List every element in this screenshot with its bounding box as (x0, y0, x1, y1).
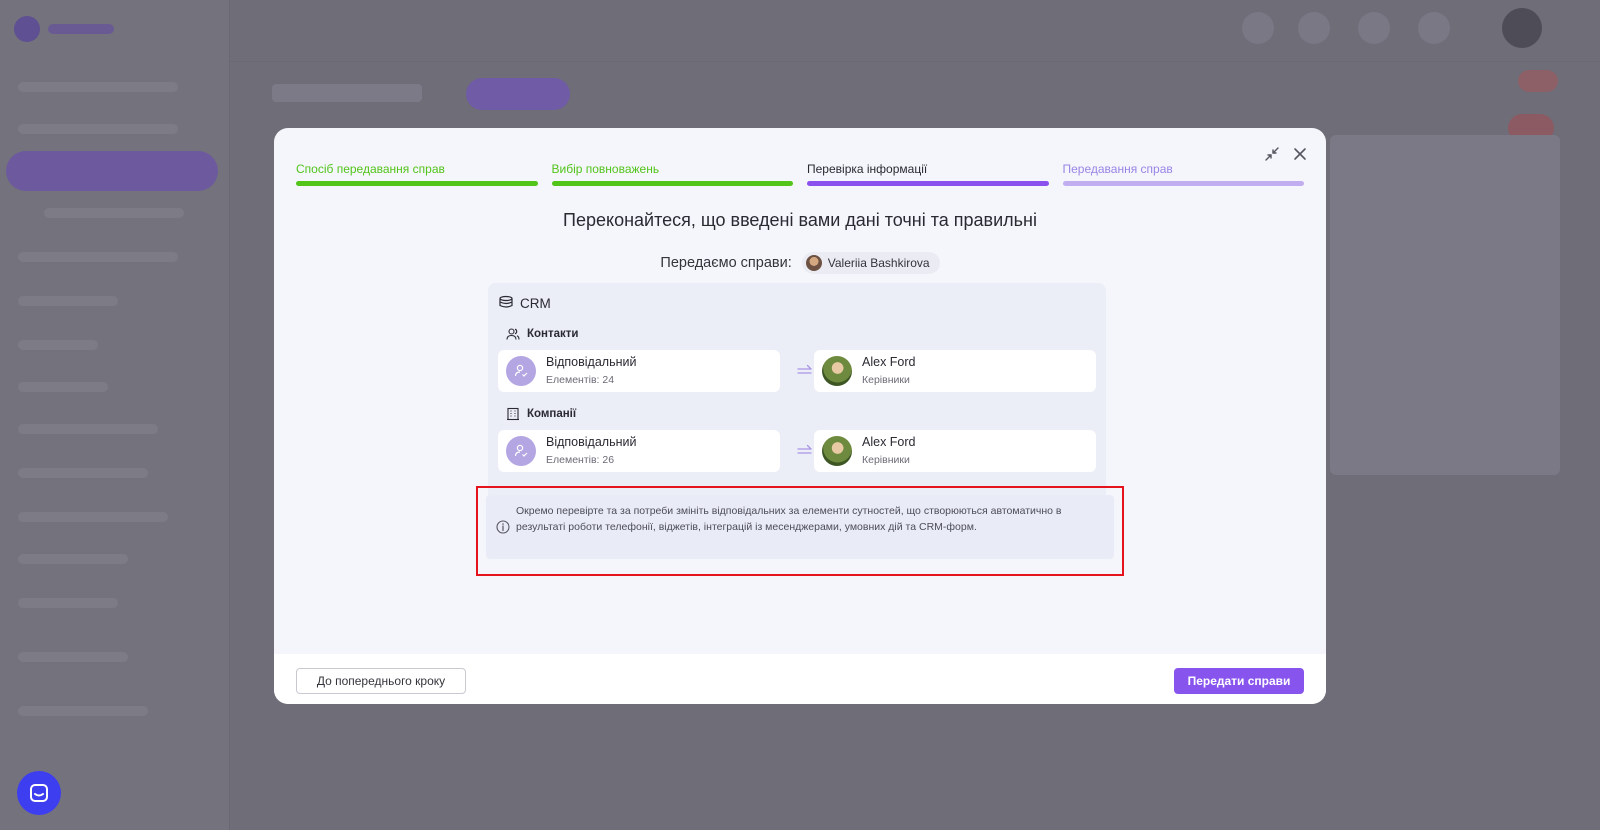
step-label: Вибір повноважень (551, 162, 660, 176)
background-nav-item (18, 296, 118, 306)
step-label: Перевірка інформації (807, 162, 928, 176)
collapse-button[interactable] (1262, 144, 1282, 164)
crm-title-text: CRM (520, 295, 551, 311)
section-title-companies: Компанії (506, 407, 576, 421)
transfer-cases-modal: Спосіб передавання справ Вибір повноваже… (274, 128, 1326, 704)
background-header (230, 0, 1600, 62)
background-header-icon (1418, 12, 1450, 44)
background-nav-item (18, 468, 148, 478)
background-header-icon (1358, 12, 1390, 44)
transfer-label: Передаємо справи: (660, 255, 792, 271)
chat-icon (30, 784, 48, 802)
step-progress-bar (807, 181, 1049, 186)
background-nav-item (18, 652, 128, 662)
app-logo-text (48, 24, 114, 34)
background-nav-item-active (6, 151, 218, 191)
section-title-text: Контакти (527, 328, 579, 340)
to-name: Alex Ford (862, 435, 916, 449)
background-nav-item (18, 124, 178, 134)
responsible-user-icon (506, 436, 536, 466)
crm-title: CRM (498, 295, 551, 311)
background-badge (1518, 70, 1558, 92)
responsible-user-icon (506, 356, 536, 386)
background-sidebar (0, 0, 230, 830)
to-name: Alex Ford (862, 355, 916, 369)
background-nav-item (44, 208, 184, 218)
close-icon (1294, 148, 1306, 160)
database-icon (499, 295, 513, 308)
transfer-cases-button[interactable]: Передати справи (1174, 668, 1304, 694)
to-role: Керівники (862, 374, 910, 386)
stepper: Спосіб передавання справ Вибір повноваже… (296, 162, 1304, 186)
review-heading: Переконайтеся, що введені вами дані точн… (563, 210, 1037, 230)
step-progress-bar (296, 181, 538, 186)
avatar (822, 356, 852, 386)
step-label: Спосіб передавання справ (296, 162, 445, 176)
from-card-contacts: Відповідальний Елементів: 24 (498, 350, 780, 392)
chat-widget-button[interactable] (17, 771, 61, 815)
collapse-icon (1265, 147, 1279, 161)
transfer-user-name: Valeriia Bashkirova (827, 256, 930, 270)
building-icon (507, 407, 519, 421)
step-progress-bar (1062, 181, 1304, 186)
step-label: Передавання справ (1062, 162, 1173, 176)
background-side-panel (1330, 135, 1560, 475)
close-button[interactable] (1290, 144, 1310, 164)
background-nav-item (18, 424, 158, 434)
background-page-title (272, 84, 422, 102)
to-card-contacts: Alex Ford Керівники (814, 350, 1096, 392)
from-card-companies: Відповідальний Елементів: 26 (498, 430, 780, 472)
background-header-icon (1298, 12, 1330, 44)
background-user-avatar (1502, 8, 1542, 48)
avatar (805, 255, 822, 271)
transfer-user-chip: Valeriia Bashkirova (801, 252, 940, 274)
step-progress-bar (551, 181, 793, 186)
to-card-companies: Alex Ford Керівники (814, 430, 1096, 472)
previous-step-button[interactable]: До попереднього кроку (296, 668, 466, 694)
arrow-right-icon (796, 362, 814, 380)
users-icon (506, 328, 520, 340)
section-title-text: Компанії (527, 408, 577, 420)
from-count: Елементів: 24 (546, 374, 615, 386)
to-role: Керівники (862, 454, 910, 466)
arrow-right-icon (796, 442, 814, 460)
app-logo-icon (14, 16, 40, 42)
step-permissions: Вибір повноважень (551, 162, 793, 186)
highlight-box (476, 486, 1124, 576)
background-nav-item (18, 512, 168, 522)
step-review: Перевірка інформації (807, 162, 1049, 186)
background-tab-pill (466, 78, 570, 110)
background-nav-item (18, 598, 118, 608)
from-label: Відповідальний (546, 435, 637, 449)
background-nav-item (18, 706, 148, 716)
background-nav-item (18, 82, 178, 92)
section-title-contacts: Контакти (506, 327, 578, 341)
avatar (822, 436, 852, 466)
step-transfer: Передавання справ (1062, 162, 1304, 186)
background-nav-item (18, 554, 128, 564)
background-nav-item (18, 252, 178, 262)
step-transfer-method: Спосіб передавання справ (296, 162, 538, 186)
from-count: Елементів: 26 (546, 454, 615, 466)
modal-footer: До попереднього кроку Передати справи (274, 654, 1326, 704)
transfer-from-row: Передаємо справи: Valeriia Bashkirova (274, 252, 1326, 274)
from-label: Відповідальний (546, 355, 637, 369)
background-header-icon (1242, 12, 1274, 44)
background-nav-item (18, 340, 98, 350)
background-nav-item (18, 382, 108, 392)
